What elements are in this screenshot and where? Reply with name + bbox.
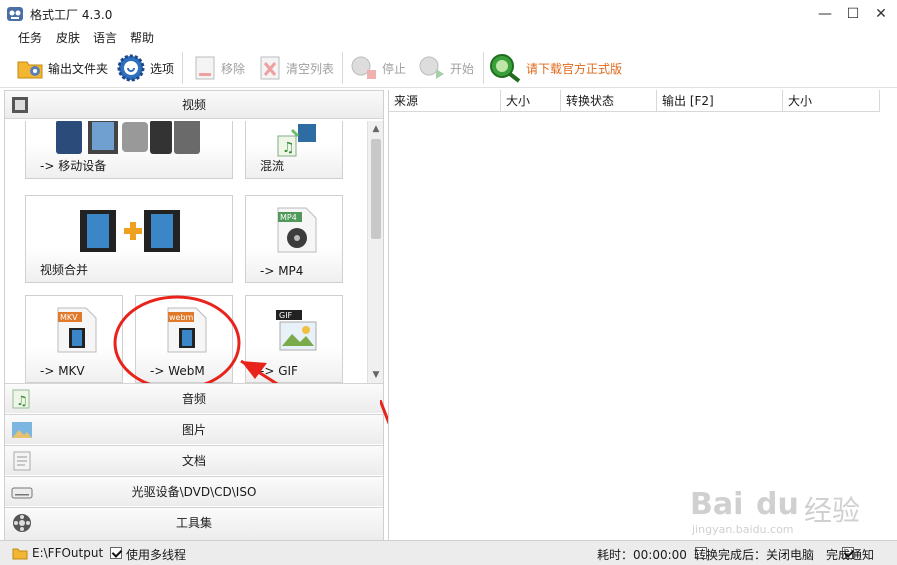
category-image[interactable]: 图片 — [5, 414, 383, 444]
stop-button[interactable]: 停止 — [350, 54, 406, 82]
toolbar-separator — [483, 52, 484, 84]
output-folder-button[interactable]: 输出文件夹 — [16, 54, 108, 82]
scroll-thumb[interactable] — [371, 139, 381, 239]
column-output[interactable]: 输出 [F2] — [657, 90, 783, 112]
task-list-panel: 来源 大小 转换状态 输出 [F2] 大小 — [388, 90, 897, 540]
remove-label: 移除 — [221, 61, 246, 76]
category-image-label: 图片 — [181, 423, 206, 437]
output-folder-icon — [12, 548, 28, 560]
video-category-label: 视频 — [181, 98, 206, 112]
close-button[interactable]: ✕ — [866, 0, 896, 28]
category-audio-label: 音频 — [181, 392, 206, 406]
menu-help[interactable]: 帮助 — [130, 29, 154, 46]
download-official-button[interactable]: 请下载官方正式版 — [488, 54, 623, 83]
stop-label: 停止 — [382, 61, 407, 76]
remove-icon — [195, 56, 215, 80]
after-convert-label: 转换完成后：关闭电脑 — [694, 548, 815, 562]
toolbar: 输出文件夹 选项 移除 清空列表 停止 开始 请下载官方正式版 — [0, 48, 897, 88]
picture-icon — [12, 422, 32, 438]
menu-task[interactable]: 任务 — [18, 29, 42, 46]
window-title: 格式工厂 4.3.0 — [30, 8, 113, 22]
title-bar: 格式工厂 4.3.0 — ☐ ✕ — [0, 0, 897, 28]
category-document[interactable]: 文档 — [5, 445, 383, 475]
video-film-icon — [12, 97, 28, 113]
category-audio[interactable]: ♫ 音频 — [5, 383, 383, 413]
svg-text:♫: ♫ — [16, 394, 28, 409]
category-toolbox[interactable]: 工具集 — [5, 507, 383, 540]
category-optical-drive[interactable]: 光驱设备\DVD\CD\ISO — [5, 476, 383, 506]
app-logo-icon — [7, 7, 23, 21]
clear-list-label: 清空列表 — [286, 61, 335, 76]
status-bar: E:\FFOutput 使用多线程 耗时：00:00:00 转换完成后：关闭电脑… — [0, 540, 897, 565]
toolbox-reel-icon — [13, 514, 31, 532]
multithread-checkbox[interactable] — [110, 547, 122, 559]
column-output-size[interactable]: 大小 — [783, 90, 880, 112]
download-label: 请下载官方正式版 — [526, 61, 623, 76]
document-icon — [13, 451, 31, 471]
maximize-button[interactable]: ☐ — [838, 0, 868, 28]
toolbar-separator — [182, 52, 183, 84]
video-tools-grid: -> 移动设备 ♫ 混流 视频合并 MP4 -> MP4 MKV -> MKV … — [5, 121, 367, 383]
watermark-brand: Bai — [690, 487, 744, 522]
multithread-label: 使用多线程 — [126, 548, 187, 562]
scroll-down-arrow-icon[interactable]: ▼ — [368, 367, 384, 383]
stop-icon — [351, 56, 376, 79]
music-note-icon: ♫ — [12, 389, 30, 409]
scroll-up-arrow-icon[interactable]: ▲ — [368, 121, 384, 137]
elapsed-time: 耗时：00:00:00 — [597, 548, 687, 562]
magnifier-globe-icon — [490, 54, 521, 83]
column-size[interactable]: 大小 — [501, 90, 561, 112]
folder-icon — [17, 61, 43, 79]
column-status[interactable]: 转换状态 — [561, 90, 657, 112]
remove-button[interactable]: 移除 — [193, 54, 245, 82]
output-folder-label: 输出文件夹 — [48, 61, 109, 76]
output-path[interactable]: E:\FFOutput — [32, 546, 103, 560]
options-button[interactable]: 选项 — [116, 54, 174, 82]
start-icon — [419, 56, 444, 79]
clear-icon — [260, 56, 280, 80]
watermark-cn: 经验 — [804, 494, 861, 527]
highlight-annotation — [113, 295, 279, 383]
notify-label: 完成通知 — [826, 548, 875, 562]
start-button[interactable]: 开始 — [418, 54, 474, 82]
category-panel: 视频 -> 移动设备 ♫ 混流 视频合并 MP4 -> MP4 MKV -> M… — [4, 90, 384, 540]
watermark-brand-suffix: du — [756, 487, 799, 522]
minimize-button[interactable]: — — [810, 0, 840, 28]
category-document-label: 文档 — [181, 454, 206, 468]
video-category-header[interactable]: 视频 — [5, 91, 383, 119]
tile-scrollbar[interactable]: ▲ ▼ — [367, 121, 383, 383]
toolbar-separator — [342, 52, 343, 84]
menu-language[interactable]: 语言 — [93, 29, 117, 46]
options-label: 选项 — [150, 61, 175, 76]
optical-drive-icon — [11, 487, 33, 499]
category-optical-drive-label: 光驱设备\DVD\CD\ISO — [131, 485, 257, 499]
watermark-url: jingyan.baidu.com — [692, 523, 794, 536]
column-source[interactable]: 来源 — [389, 90, 501, 112]
category-toolbox-label: 工具集 — [175, 516, 212, 530]
menu-skin[interactable]: 皮肤 — [56, 29, 80, 46]
gear-icon — [117, 54, 145, 82]
baidu-watermark: Bai du 经验 jingyan.baidu.com — [690, 487, 860, 539]
clear-list-button[interactable]: 清空列表 — [258, 54, 334, 82]
menu-bar: 任务 皮肤 语言 帮助 — [0, 28, 897, 46]
start-label: 开始 — [450, 61, 475, 76]
